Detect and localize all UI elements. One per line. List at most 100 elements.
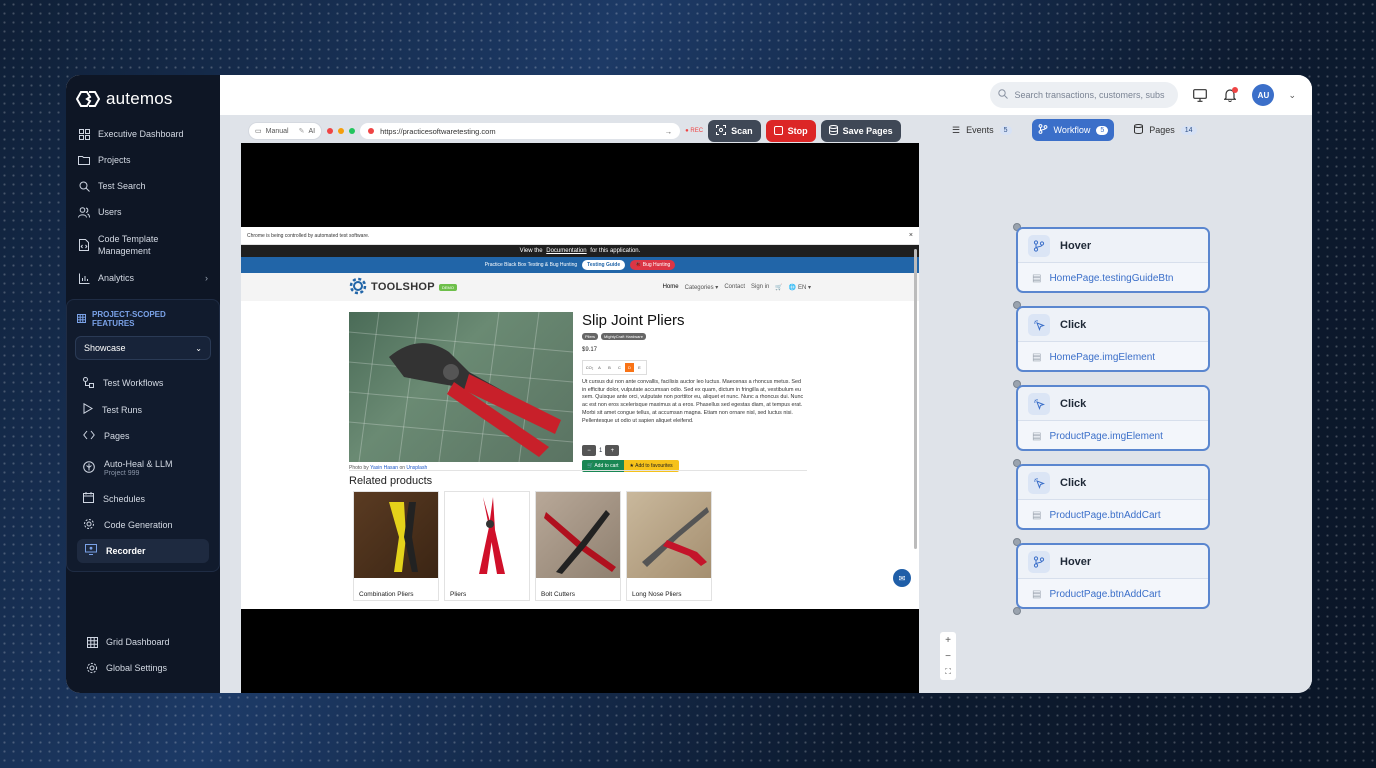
testing-guide-button[interactable]: Testing Guide: [582, 260, 626, 270]
rec-indicator: ● REC: [685, 128, 704, 134]
browser-viewport[interactable]: Chrome is being controlled by automated …: [241, 143, 919, 693]
co2-label: CO₂: [585, 365, 594, 370]
chat-icon[interactable]: ✉: [893, 569, 911, 587]
url-bar[interactable]: https://practicesoftwaretesting.com →: [360, 123, 681, 139]
shop-nav-contact[interactable]: Contact: [724, 284, 745, 291]
logo-icon: [76, 90, 100, 108]
node-action: Click: [1060, 397, 1087, 410]
mode-toggle[interactable]: ▭ Manual ✎ AI: [248, 122, 323, 140]
fit-view-button[interactable]: ⛶: [945, 664, 951, 680]
stop-button[interactable]: Stop: [765, 120, 816, 142]
shop-logo[interactable]: TOOLSHOP DEMO: [349, 277, 457, 297]
settings-icon: [86, 662, 98, 674]
documentation-link[interactable]: Documentation: [546, 248, 586, 254]
shop-nav-categories[interactable]: Categories ▾: [685, 284, 719, 291]
chevron-down-icon[interactable]: ⌄: [1288, 90, 1296, 101]
scan-button[interactable]: Scan: [708, 120, 761, 142]
scan-icon: [716, 125, 727, 137]
sidebar-item-users[interactable]: Users: [66, 199, 220, 225]
sidebar-item-code-generation[interactable]: Code Generation: [67, 512, 219, 539]
quantity-value[interactable]: 1: [599, 448, 602, 454]
automation-infobar: Chrome is being controlled by automated …: [241, 227, 919, 245]
sidebar-item-pages[interactable]: Pages: [67, 423, 219, 450]
cart-icon[interactable]: 🛒: [775, 284, 782, 291]
zoom-out-button[interactable]: −: [945, 648, 951, 664]
tab-count: 5: [999, 125, 1012, 135]
list-icon: ☰: [952, 124, 961, 135]
workflow-node[interactable]: Hover ▤ HomePage.testingGuideBtn: [1016, 227, 1210, 293]
tab-count: 14: [1180, 125, 1197, 135]
global-search[interactable]: Search transactions, customers, subs: [990, 82, 1179, 108]
logo-text: autemos: [106, 89, 173, 108]
sidebar-item-schedules[interactable]: Schedules: [67, 486, 219, 513]
grid-icon: [77, 313, 86, 325]
increase-quantity-button[interactable]: +: [605, 445, 620, 456]
sidebar: autemos Executive Dashboard Projects Tes…: [66, 75, 220, 693]
bottom-nav: Grid Dashboard Global Settings: [66, 629, 220, 681]
sidebar-item-test-search[interactable]: Test Search: [66, 173, 220, 199]
play-icon: [83, 403, 93, 416]
product-image[interactable]: [349, 312, 573, 462]
co2-rating: CO₂ A B C D E: [582, 360, 647, 375]
window-maximize-dot: [349, 128, 356, 134]
project-select[interactable]: Showcase ⌄: [75, 336, 211, 360]
arrow-right-icon[interactable]: →: [665, 127, 673, 136]
app-window: autemos Executive Dashboard Projects Tes…: [66, 75, 1312, 693]
save-pages-button[interactable]: Save Pages: [820, 120, 901, 142]
sidebar-item-projects[interactable]: Projects: [66, 147, 220, 173]
sidebar-item-test-runs[interactable]: Test Runs: [67, 397, 219, 424]
shop-logo-tag: DEMO: [438, 283, 457, 291]
workflow-node[interactable]: Click ▤ HomePage.imgElement: [1016, 306, 1210, 372]
hover-icon: [1028, 234, 1050, 257]
mode-ai[interactable]: AI: [308, 128, 315, 135]
sidebar-item-label: Analytics: [98, 273, 135, 283]
sidebar-item-test-workflows[interactable]: Test Workflows: [67, 370, 219, 397]
tab-workflow[interactable]: Workflow 5: [1031, 119, 1115, 141]
related-product-name: Pliers: [450, 591, 467, 598]
logo[interactable]: autemos: [66, 75, 220, 115]
tab-events[interactable]: ☰ Events 5: [946, 119, 1018, 141]
close-icon[interactable]: ×: [909, 232, 913, 239]
node-target: ProductPage.imgElement: [1049, 430, 1163, 442]
monitor-icon[interactable]: [1192, 87, 1208, 103]
quantity-stepper: − 1 +: [582, 445, 620, 456]
zoom-in-button[interactable]: +: [945, 632, 951, 648]
related-product-name: Bolt Cutters: [541, 591, 575, 598]
bug-hunting-button[interactable]: 🐞 Bug Hunting: [630, 260, 676, 270]
decrease-quantity-button[interactable]: −: [582, 445, 596, 456]
connector-port[interactable]: [1013, 607, 1021, 615]
co2-grade: C: [618, 365, 621, 370]
sidebar-item-global-settings[interactable]: Global Settings: [66, 655, 220, 681]
related-product-card[interactable]: Combination Pliers: [353, 491, 439, 601]
workflow-node[interactable]: Click ▤ ProductPage.btnAddCart: [1016, 464, 1210, 530]
mode-manual[interactable]: Manual: [266, 128, 289, 135]
sidebar-item-analytics[interactable]: Analytics ›: [66, 265, 220, 291]
page-scrollbar[interactable]: [914, 249, 917, 549]
top-bar: Search transactions, customers, subs AU …: [220, 75, 1312, 115]
sidebar-item-executive-dashboard[interactable]: Executive Dashboard: [66, 121, 220, 147]
shop-nav-language[interactable]: 🌐 EN ▾: [789, 284, 811, 291]
product-tags: Pliers MightyCraft Hardware: [582, 333, 646, 340]
sidebar-item-recorder[interactable]: Recorder: [77, 538, 209, 563]
shop-nav-home[interactable]: Home: [663, 284, 679, 291]
related-product-card[interactable]: Long Nose Pliers: [626, 491, 712, 601]
related-product-name: Combination Pliers: [359, 591, 414, 598]
workflow-node[interactable]: Click ▤ ProductPage.imgElement: [1016, 385, 1210, 451]
related-product-card[interactable]: Pliers: [444, 491, 530, 601]
branch-icon: [1038, 124, 1048, 136]
monitor-icon: [85, 544, 97, 557]
related-product-image: [536, 492, 620, 578]
sidebar-item-auto-heal[interactable]: Auto-Heal & LLM Project 999: [67, 450, 219, 486]
sidebar-item-grid-dashboard[interactable]: Grid Dashboard: [66, 629, 220, 655]
bell-icon[interactable]: [1222, 87, 1239, 103]
sidebar-item-code-template-management[interactable]: Code Template Management: [66, 225, 220, 265]
browser-page[interactable]: Chrome is being controlled by automated …: [241, 227, 919, 609]
sidebar-item-label: Test Search: [98, 181, 146, 191]
avatar[interactable]: AU: [1252, 84, 1275, 106]
shop-nav-signin[interactable]: Sign in: [751, 284, 769, 291]
workflow-node[interactable]: Hover ▤ ProductPage.btnAddCart: [1016, 543, 1210, 609]
related-product-card[interactable]: Bolt Cutters: [535, 491, 621, 601]
calendar-icon: [83, 492, 94, 505]
code-icon: [83, 430, 95, 442]
tab-pages[interactable]: Pages 14: [1128, 119, 1202, 141]
